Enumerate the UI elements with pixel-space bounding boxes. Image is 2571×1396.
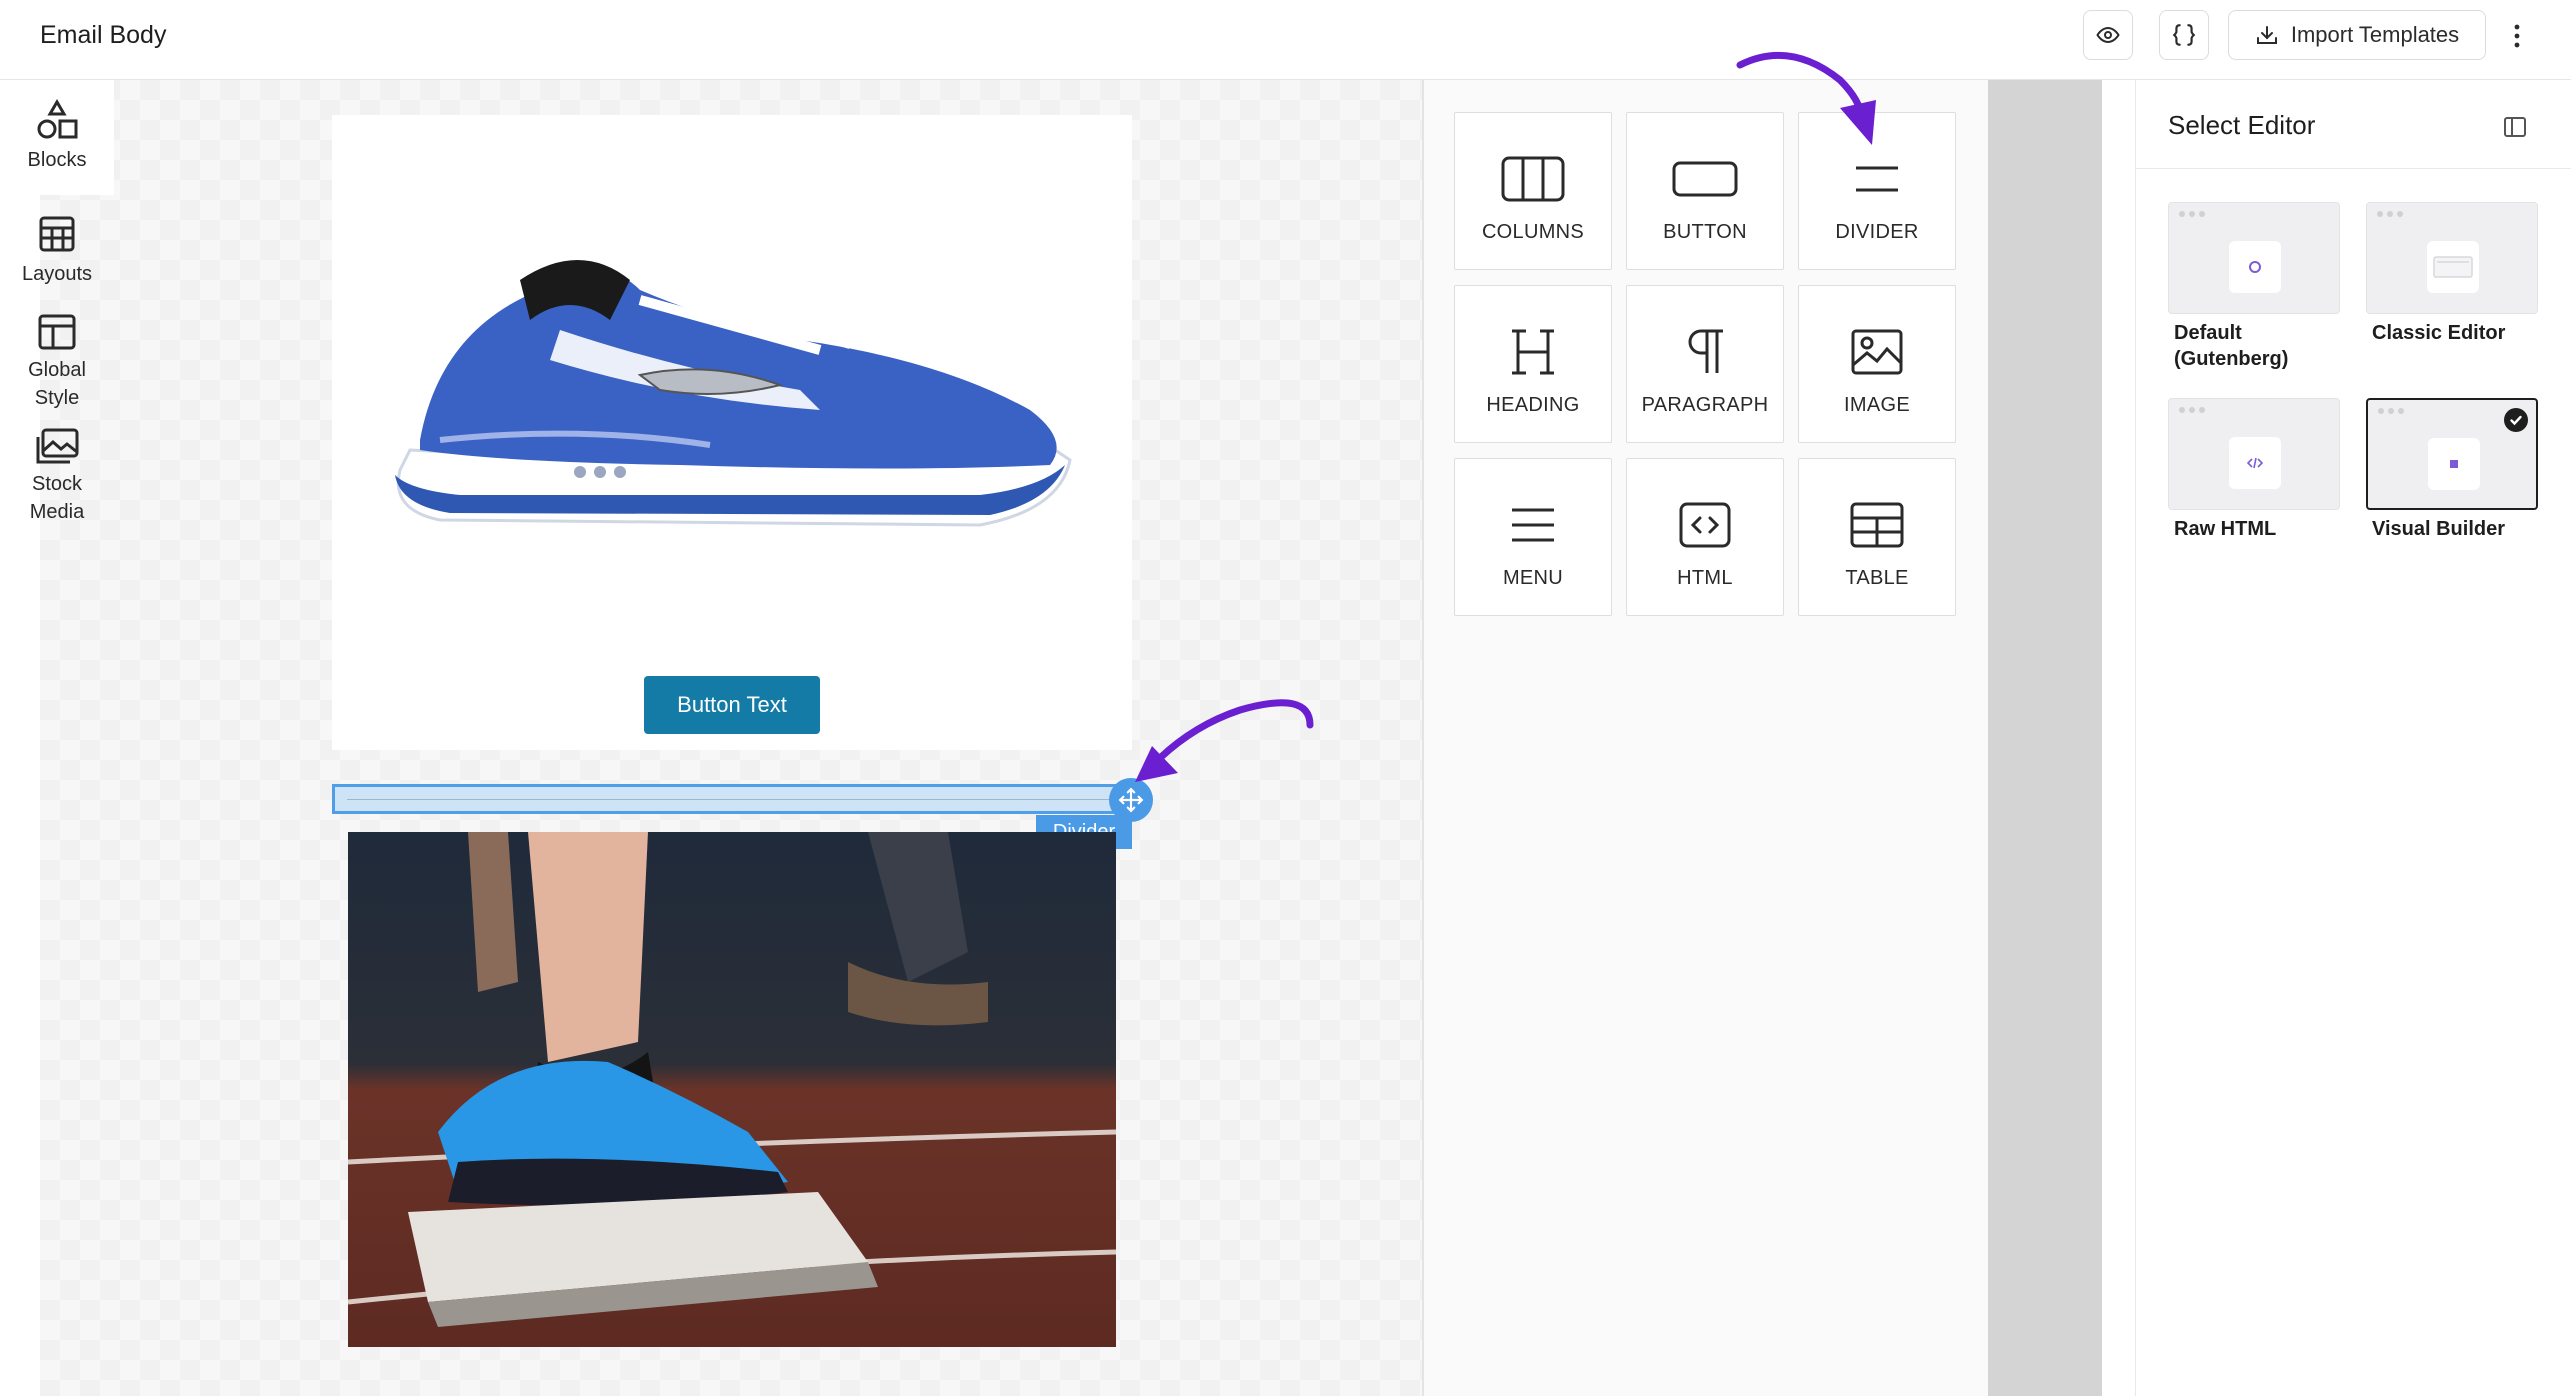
email-button-block[interactable]: Button Text	[644, 676, 820, 734]
block-heading[interactable]: HEADING	[1454, 285, 1612, 443]
select-editor-panel: Select Editor Default (Gutenberg) Classi…	[2136, 80, 2571, 1396]
block-html[interactable]: HTML	[1626, 458, 1784, 616]
block-button-label: BUTTON	[1663, 221, 1747, 243]
block-columns-label: COLUMNS	[1481, 221, 1585, 243]
block-paragraph[interactable]: PARAGRAPH	[1626, 285, 1784, 443]
divider-block-selected[interactable]	[332, 784, 1135, 814]
select-editor-title: Select Editor	[2168, 110, 2316, 140]
paragraph-icon	[1688, 329, 1723, 373]
sidebar-toggle-icon[interactable]	[2502, 114, 2528, 140]
tab-global-style[interactable]: Global Style	[0, 312, 114, 412]
raw-html-icon	[2247, 457, 2263, 469]
tab-layouts-label: Layouts	[21, 263, 93, 285]
kebab-icon	[2514, 24, 2520, 48]
global-style-icon	[38, 314, 76, 350]
editor-header-divider	[2136, 168, 2571, 169]
download-icon	[2256, 26, 2277, 44]
block-table-label: TABLE	[1845, 567, 1909, 589]
eye-icon	[2096, 26, 2120, 44]
block-menu-label: MENU	[1502, 567, 1564, 589]
editor-option-classic-label: Classic Editor	[2372, 322, 2506, 344]
editor-option-raw-html[interactable]	[2168, 398, 2340, 510]
braces-icon	[2172, 24, 2196, 46]
panel-spacer	[2102, 80, 2136, 1396]
more-options-button[interactable]	[2502, 16, 2532, 56]
editor-option-visual-builder[interactable]	[2366, 398, 2538, 510]
shapes-icon	[37, 99, 78, 139]
html-icon	[1679, 502, 1731, 548]
tab-global-style-label-1: Global	[28, 359, 86, 381]
block-paragraph-label: PARAGRAPH	[1641, 394, 1769, 416]
code-view-button[interactable]	[2159, 10, 2209, 60]
editor-option-classic[interactable]	[2366, 202, 2538, 314]
tab-layouts[interactable]: Layouts	[0, 212, 114, 292]
divider-icon	[1856, 166, 1898, 192]
move-handle-button[interactable]	[1109, 778, 1153, 822]
columns-icon	[1501, 156, 1565, 202]
tab-stock-media-label-2: Media	[29, 501, 85, 523]
block-image-label: IMAGE	[1844, 394, 1910, 416]
tab-global-style-label-2: Style	[34, 387, 80, 409]
stock-media-icon	[36, 428, 79, 464]
layouts-icon	[39, 216, 75, 252]
block-divider[interactable]: DIVIDER	[1798, 112, 1956, 270]
menu-icon	[1512, 508, 1554, 542]
divider-line	[347, 799, 1120, 800]
tab-blocks[interactable]: Blocks	[0, 80, 114, 195]
block-image[interactable]: IMAGE	[1798, 285, 1956, 443]
checkmark-icon	[2510, 415, 2522, 426]
block-table[interactable]: TABLE	[1798, 458, 1956, 616]
import-templates-label: Import Templates	[2290, 22, 2460, 47]
editor-option-raw-html-label: Raw HTML	[2174, 518, 2277, 540]
editor-option-gutenberg-label-1: Default	[2174, 322, 2242, 344]
tab-blocks-label: Blocks	[27, 149, 87, 171]
heading-icon	[1512, 329, 1554, 375]
gutenberg-icon	[2249, 261, 2261, 273]
top-bar: Email Body Import Templates	[0, 0, 2571, 80]
block-button[interactable]: BUTTON	[1626, 112, 1784, 270]
tab-stock-media-label-1: Stock	[31, 473, 83, 495]
tab-stock-media[interactable]: Stock Media	[0, 426, 114, 526]
blocks-panel	[1424, 80, 1988, 1396]
block-divider-label: DIVIDER	[1835, 221, 1919, 243]
block-html-label: HTML	[1677, 567, 1733, 589]
editor-option-visual-builder-label: Visual Builder	[2372, 518, 2506, 540]
editor-option-gutenberg[interactable]	[2168, 202, 2340, 314]
table-icon	[1850, 502, 1904, 548]
sidebar-tabs	[1988, 80, 2102, 1396]
block-menu[interactable]: MENU	[1454, 458, 1612, 616]
move-icon	[1118, 787, 1144, 813]
classic-editor-icon	[2433, 256, 2473, 278]
import-templates-button[interactable]: Import Templates	[2228, 10, 2486, 60]
page-title: Email Body	[40, 21, 167, 49]
preview-button[interactable]	[2083, 10, 2133, 60]
visual-builder-icon	[2450, 460, 2458, 468]
button-icon	[1672, 161, 1738, 197]
editor-option-gutenberg-label-2: (Gutenberg)	[2174, 348, 2289, 370]
block-heading-label: HEADING	[1486, 394, 1580, 416]
shoe-product-image[interactable]	[380, 210, 1090, 560]
block-columns[interactable]: COLUMNS	[1454, 112, 1612, 270]
running-shoe-photo[interactable]	[348, 832, 1116, 1347]
image-icon	[1851, 329, 1903, 375]
